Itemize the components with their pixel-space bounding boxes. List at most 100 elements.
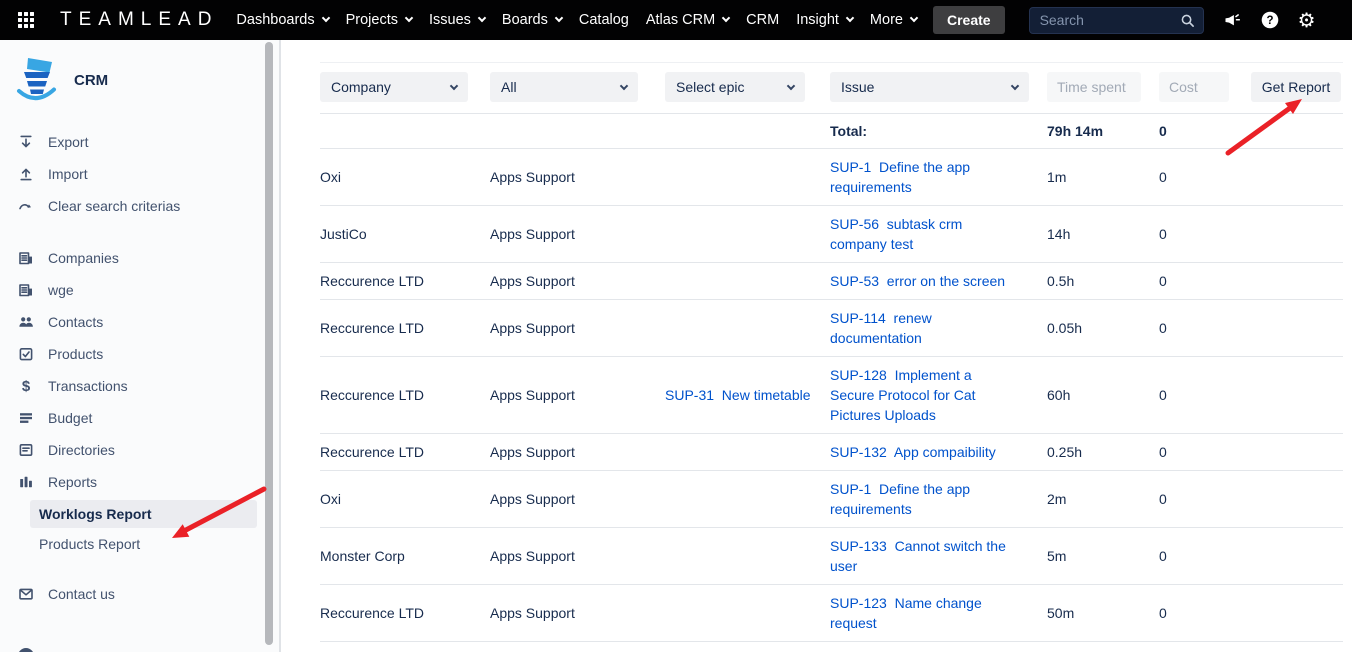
sidebar-item-label: Transactions bbox=[48, 378, 128, 394]
sidebar-item-budget[interactable]: Budget bbox=[0, 402, 279, 434]
create-button[interactable]: Create bbox=[933, 6, 1005, 34]
issue-link[interactable]: SUP-53 error on the screen bbox=[830, 273, 1005, 289]
epic-link[interactable]: SUP-31 New timetable bbox=[665, 387, 811, 403]
nav-item-label: More bbox=[870, 12, 903, 28]
sidebar-item-label: wge bbox=[48, 282, 74, 298]
project-filter-cell: All bbox=[490, 72, 665, 102]
issue-link[interactable]: SUP-1 Define the app requirements bbox=[830, 481, 970, 517]
issue-link[interactable]: SUP-1 Define the app requirements bbox=[830, 159, 970, 195]
announcement-icon[interactable] bbox=[1223, 11, 1242, 29]
sidebar-item-label: Budget bbox=[48, 410, 92, 426]
chevron-down-icon bbox=[555, 14, 563, 22]
time-spent-cell: 2m bbox=[1047, 489, 1159, 509]
company-cell: Reccurence LTD bbox=[320, 318, 490, 338]
app-switcher-icon[interactable] bbox=[18, 12, 34, 28]
cost-cell: 0 bbox=[1159, 489, 1251, 509]
help-icon[interactable]: ? bbox=[1261, 11, 1279, 29]
sidebar-item-reports[interactable]: Reports bbox=[0, 466, 279, 498]
issue-cell: SUP-114 renew documentation bbox=[830, 308, 1047, 348]
issue-filter-select[interactable]: Issue bbox=[830, 72, 1029, 102]
issue-link[interactable]: SUP-114 renew documentation bbox=[830, 310, 932, 346]
main-content: Company All Select epic bbox=[281, 40, 1352, 652]
issue-link[interactable]: SUP-133 Cannot switch the user bbox=[830, 538, 1006, 574]
table-row: Monster CorpApps SupportSUP-133 Cannot s… bbox=[320, 528, 1343, 585]
sidebar-item-companies[interactable]: Companies bbox=[0, 242, 279, 274]
svg-text:?: ? bbox=[1266, 15, 1273, 27]
issue-link[interactable]: SUP-123 Name change request bbox=[830, 595, 982, 631]
sidebar-item-label: Reports bbox=[48, 474, 97, 490]
time-spent-cell: 1m bbox=[1047, 167, 1159, 187]
nav-item-crm[interactable]: CRM bbox=[746, 12, 779, 28]
chevron-down-icon bbox=[722, 14, 730, 22]
table-row: Reccurence LTDApps SupportSUP-114 renew … bbox=[320, 300, 1343, 357]
cost-cell: 0 bbox=[1159, 546, 1251, 566]
table-row: Reccurence LTDApps SupportSUP-31 New tim… bbox=[320, 357, 1343, 434]
table-row: OxiApps SupportSUP-1 Define the app requ… bbox=[320, 149, 1343, 206]
cost-input[interactable] bbox=[1159, 72, 1229, 102]
company-cell: JustiCo bbox=[320, 224, 490, 244]
nav-item-insight[interactable]: Insight bbox=[796, 12, 853, 28]
sidebar-app-title: CRM bbox=[74, 72, 108, 89]
sidebar-item-products-report[interactable]: Products Report bbox=[30, 530, 257, 558]
company-cell: Reccurence LTD bbox=[320, 442, 490, 462]
epic-filter-select[interactable]: Select epic bbox=[665, 72, 805, 102]
sidebar-item-clear-search-criterias[interactable]: Clear search criterias bbox=[0, 190, 279, 222]
sidebar-item-contact-us[interactable]: Contact us bbox=[0, 578, 279, 610]
sidebar-item-label: Worklogs Report bbox=[39, 506, 152, 522]
chevron-down-icon bbox=[846, 14, 854, 22]
get-report-button[interactable]: Get Report bbox=[1251, 72, 1341, 102]
time-spent-cell: 14h bbox=[1047, 224, 1159, 244]
nav-item-issues[interactable]: Issues bbox=[429, 12, 485, 28]
nav-item-boards[interactable]: Boards bbox=[502, 12, 562, 28]
company-cell: Monster Corp bbox=[320, 546, 490, 566]
cost-cell: 0 bbox=[1159, 167, 1251, 187]
project-cell: Apps Support bbox=[490, 385, 665, 405]
sidebar-item-label: Contacts bbox=[48, 314, 103, 330]
sidebar-item-directories[interactable]: Directories bbox=[0, 434, 279, 466]
issue-filter-value: Issue bbox=[841, 79, 874, 95]
sidebar-item-label: Import bbox=[48, 166, 88, 182]
issue-link[interactable]: SUP-128 Implement a Secure Protocol for … bbox=[830, 367, 976, 423]
project-filter-select[interactable]: All bbox=[490, 72, 638, 102]
company-filter-select[interactable]: Company bbox=[320, 72, 468, 102]
sidebar-item-transactions[interactable]: $ Transactions bbox=[0, 370, 279, 402]
search-icon[interactable] bbox=[1180, 13, 1195, 28]
transactions-icon: $ bbox=[18, 378, 34, 394]
import-icon bbox=[18, 166, 34, 182]
company-cell: Reccurence LTD bbox=[320, 271, 490, 291]
nav-item-projects[interactable]: Projects bbox=[346, 12, 412, 28]
sidebar-item-wge[interactable]: wge bbox=[0, 274, 279, 306]
budget-icon bbox=[18, 410, 34, 426]
sidebar-item-label: Products Report bbox=[39, 536, 140, 552]
search-input[interactable] bbox=[1040, 12, 1180, 28]
nav-item-more[interactable]: More bbox=[870, 12, 917, 28]
nav-item-dashboards[interactable]: Dashboards bbox=[236, 12, 328, 28]
time-spent-cell: 0.5h bbox=[1047, 271, 1159, 291]
issue-link[interactable]: SUP-132 App compaibility bbox=[830, 444, 996, 460]
nav-item-catalog[interactable]: Catalog bbox=[579, 12, 629, 28]
contacts-icon bbox=[18, 314, 34, 330]
epic-filter-value: Select epic bbox=[676, 79, 744, 95]
sidebar-scrollbar[interactable] bbox=[265, 42, 273, 645]
sidebar-item-contacts[interactable]: Contacts bbox=[0, 306, 279, 338]
time-spent-cell: 50m bbox=[1047, 603, 1159, 623]
brand-logo[interactable]: TEAMLEAD bbox=[60, 9, 218, 31]
sidebar-item-products[interactable]: Products bbox=[0, 338, 279, 370]
sidebar-item-label: Products bbox=[48, 346, 103, 362]
time-spent-input[interactable] bbox=[1047, 72, 1141, 102]
settings-icon[interactable]: ⚙ bbox=[1298, 10, 1316, 30]
company-filter-value: Company bbox=[331, 79, 391, 95]
nav-item-atlas-crm[interactable]: Atlas CRM bbox=[646, 12, 729, 28]
chevron-down-icon bbox=[321, 14, 329, 22]
sidebar: CRM Export Import Clear search criterias Co… bbox=[0, 40, 281, 652]
issue-link[interactable]: SUP-56 subtask crm company test bbox=[830, 216, 962, 252]
sidebar-item-export[interactable]: Export bbox=[0, 126, 279, 158]
cost-cell: 0 bbox=[1159, 385, 1251, 405]
project-cell: Apps Support bbox=[490, 271, 665, 291]
sidebar-item-import[interactable]: Import bbox=[0, 158, 279, 190]
time-spent-cell bbox=[1047, 72, 1159, 102]
issue-cell: SUP-1 Define the app requirements bbox=[830, 157, 1047, 197]
sidebar-item-worklogs-report[interactable]: Worklogs Report bbox=[30, 500, 257, 528]
nav-menu: Dashboards Projects Issues Boards Catalog Atl… bbox=[236, 12, 917, 28]
sidebar-logo-row: CRM bbox=[14, 56, 279, 104]
